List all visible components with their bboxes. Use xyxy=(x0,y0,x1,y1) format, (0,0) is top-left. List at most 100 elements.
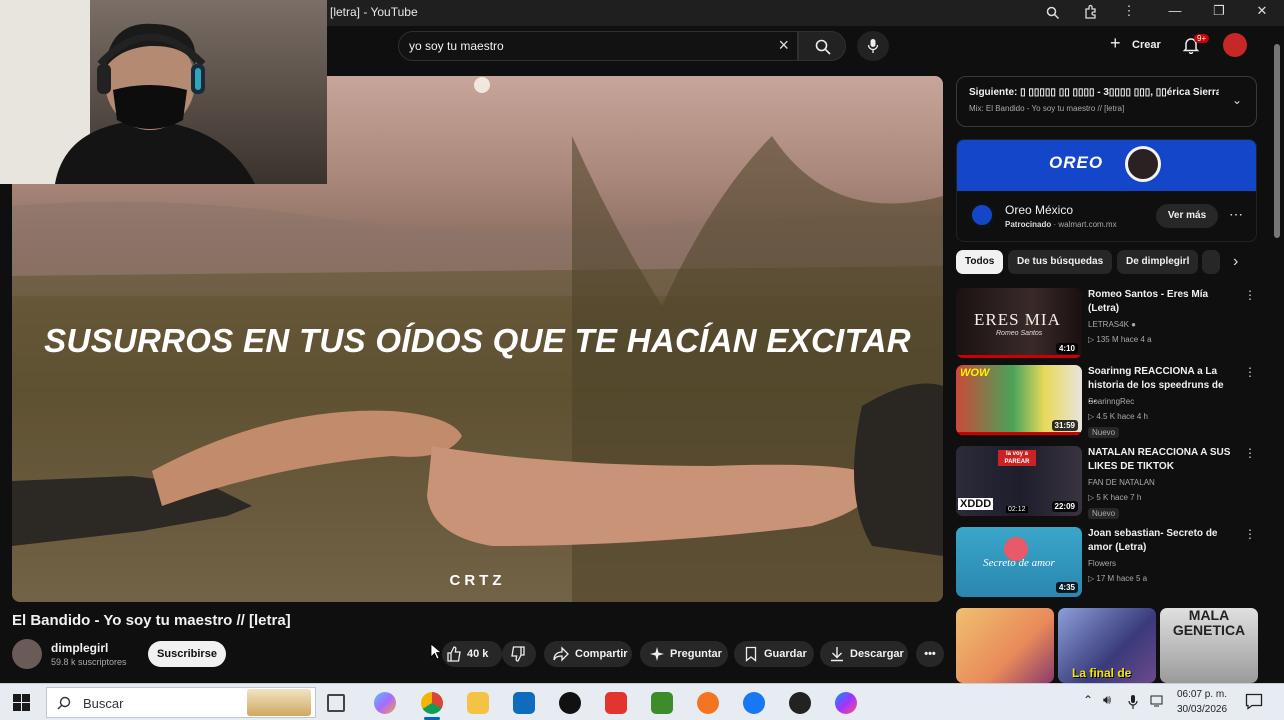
subscribe-button[interactable]: Suscribirse xyxy=(148,641,226,667)
share-button[interactable]: Compartir xyxy=(544,641,632,667)
extensions-icon[interactable] xyxy=(1083,4,1099,20)
thumbs-down-icon xyxy=(511,646,525,662)
recommendation-more-icon[interactable]: ⋮ xyxy=(1244,446,1256,460)
chip-from-channel[interactable]: De dimplegirl xyxy=(1117,250,1199,274)
sparkle-icon xyxy=(650,647,664,661)
video-duration: 31:59 xyxy=(1051,420,1078,431)
recommendation-title[interactable]: NATALAN REACCIONA A SUS LIKES DE TIKTOK xyxy=(1088,446,1233,474)
facebook-icon[interactable] xyxy=(743,692,765,714)
taskbar-search-input[interactable]: Buscar xyxy=(46,687,316,718)
account-avatar[interactable] xyxy=(1223,33,1247,57)
microphone-tray-icon[interactable] xyxy=(1128,694,1138,710)
obs-icon[interactable] xyxy=(789,692,811,714)
recommendation-title[interactable]: Joan sebastian- Secreto de amor (Letra) xyxy=(1088,527,1233,555)
chevron-down-icon[interactable]: ⌄ xyxy=(1232,93,1242,107)
crunchyroll-icon[interactable] xyxy=(697,692,719,714)
video-title: El Bandido - Yo soy tu maestro // [letra… xyxy=(12,612,291,629)
chrome-icon[interactable] xyxy=(421,692,443,714)
channel-name[interactable]: dimplegirl xyxy=(51,641,108,655)
short-thumbnail[interactable]: MALA GENETICA xyxy=(1160,608,1258,683)
ask-label: Preguntar xyxy=(670,648,722,660)
thumbnail-text: la voy a PAREAR xyxy=(998,450,1036,466)
recommendation-item[interactable]: la voy a PAREAR XDDD 02:12 22:09 NATALAN… xyxy=(956,446,1256,519)
recommendation-meta: ▷ 17 M hace 5 a xyxy=(1088,574,1148,583)
up-next-mix: Mix: El Bandido - Yo soy tu maestro // [… xyxy=(969,104,1125,113)
ask-button[interactable]: Preguntar xyxy=(640,641,728,667)
ad-cta-button[interactable]: Ver más xyxy=(1156,204,1218,228)
recommendation-channel: LETRAS4K ● xyxy=(1088,320,1136,329)
thumbnail-text: Secreto de amor xyxy=(983,557,1055,569)
create-button[interactable]: + Crear xyxy=(1110,33,1162,56)
thumbnail-text: WOW xyxy=(960,367,990,379)
task-view-icon[interactable] xyxy=(327,694,345,712)
recommendation-title[interactable]: Romeo Santos - Eres Mía (Letra) xyxy=(1088,288,1233,316)
file-explorer-icon[interactable] xyxy=(467,692,489,714)
recommendation-item[interactable]: Secreto de amor 4:35 Joan sebastian- Sec… xyxy=(956,527,1256,599)
video-thumbnail[interactable]: Secreto de amor 4:35 xyxy=(956,527,1082,597)
chip-all[interactable]: Todos xyxy=(956,250,1004,274)
short-thumbnail[interactable]: La final de xyxy=(1058,608,1156,683)
thumbnail-subtext: Romeo Santos xyxy=(996,330,1043,337)
video-thumbnail[interactable]: WOW 31:59 xyxy=(956,365,1082,435)
page-scrollbar[interactable] xyxy=(1273,44,1281,680)
scrollbar-thumb[interactable] xyxy=(1274,44,1280,238)
search-input[interactable]: yo soy tu maestro × xyxy=(398,31,798,61)
network-icon[interactable] xyxy=(1150,694,1166,708)
recommendation-item[interactable]: ERES MIA Romeo Santos 4:10 Romeo Santos … xyxy=(956,288,1256,360)
recommendation-channel: Flowers xyxy=(1088,559,1117,568)
plus-icon: + xyxy=(1110,33,1121,53)
messenger-icon[interactable] xyxy=(835,692,857,714)
recommendation-more-icon[interactable]: ⋮ xyxy=(1244,288,1256,302)
share-icon xyxy=(553,646,569,662)
browser-menu-icon[interactable]: ⋮ xyxy=(1114,3,1144,19)
notification-center-icon[interactable] xyxy=(1245,693,1263,710)
more-actions-button[interactable]: ••• xyxy=(916,641,944,667)
create-label: Crear xyxy=(1132,39,1161,51)
voice-search-button[interactable] xyxy=(857,31,889,61)
recommendation-more-icon[interactable]: ⋮ xyxy=(1244,527,1256,541)
close-window-button[interactable]: ✕ xyxy=(1247,3,1277,19)
ad-domain: walmart.com.mx xyxy=(1058,220,1117,229)
video-duration: 22:09 xyxy=(1051,501,1078,512)
search-query[interactable]: yo soy tu maestro xyxy=(409,39,504,53)
maximize-button[interactable]: ❐ xyxy=(1204,3,1234,19)
minimize-button[interactable]: — xyxy=(1160,3,1190,18)
chip-from-searches[interactable]: De tus búsquedas xyxy=(1008,250,1113,274)
copilot-icon[interactable] xyxy=(374,692,396,714)
tray-overflow-icon[interactable]: ⌃ xyxy=(1083,693,1093,707)
ad-card[interactable]: OREO Oreo México Patrocinado · walmart.c… xyxy=(956,139,1257,242)
volume-icon[interactable]: 🔊︎ xyxy=(1103,692,1111,708)
recommendation-item[interactable]: WOW 31:59 Soarinng REACCIONA a La histor… xyxy=(956,365,1256,438)
download-label: Descargar xyxy=(850,648,904,660)
recorder-app-icon[interactable] xyxy=(605,692,627,714)
up-next-panel[interactable]: Siguiente: ▯ ▯▯▯▯▯ ▯▯ ▯▯▯▯ - 3▯▯▯▯ ▯▯▯, … xyxy=(956,76,1257,127)
chip-overflow[interactable] xyxy=(1202,250,1220,274)
recommendation-more-icon[interactable]: ⋮ xyxy=(1244,365,1256,379)
like-button[interactable]: 40 k xyxy=(442,641,502,667)
ad-banner[interactable]: OREO xyxy=(957,140,1256,191)
new-badge: Nuevo xyxy=(1088,427,1120,438)
short-thumbnail[interactable] xyxy=(956,608,1054,683)
zoom-icon[interactable] xyxy=(1046,6,1060,20)
windows-start-icon[interactable] xyxy=(13,694,30,711)
tiktok-icon[interactable] xyxy=(559,692,581,714)
minecraft-icon[interactable] xyxy=(651,692,673,714)
save-button[interactable]: Guardar xyxy=(734,641,814,667)
chevron-right-icon[interactable]: › xyxy=(1233,253,1238,271)
clock-date: 30/03/2026 xyxy=(1176,704,1228,715)
recommendation-channel: SoarinngRec xyxy=(1088,397,1135,406)
taskbar-clock[interactable]: 06:07 p. m. 30/03/2026 xyxy=(1172,687,1232,717)
clock-time: 06:07 p. m. xyxy=(1176,689,1228,700)
new-badge: Nuevo xyxy=(1088,508,1120,519)
search-button[interactable] xyxy=(798,31,846,61)
video-thumbnail[interactable]: ERES MIA Romeo Santos 4:10 xyxy=(956,288,1082,358)
outlook-icon[interactable] xyxy=(513,692,535,714)
clear-search-icon[interactable]: × xyxy=(778,35,789,56)
ad-more-icon[interactable]: ⋯ xyxy=(1229,206,1243,223)
download-button[interactable]: Descargar xyxy=(820,641,908,667)
dislike-button[interactable] xyxy=(502,641,536,667)
channel-avatar[interactable] xyxy=(12,639,42,669)
video-thumbnail[interactable]: la voy a PAREAR XDDD 02:12 22:09 xyxy=(956,446,1082,516)
search-highlight-image xyxy=(247,689,311,716)
sponsored-label: Patrocinado xyxy=(1005,220,1052,229)
